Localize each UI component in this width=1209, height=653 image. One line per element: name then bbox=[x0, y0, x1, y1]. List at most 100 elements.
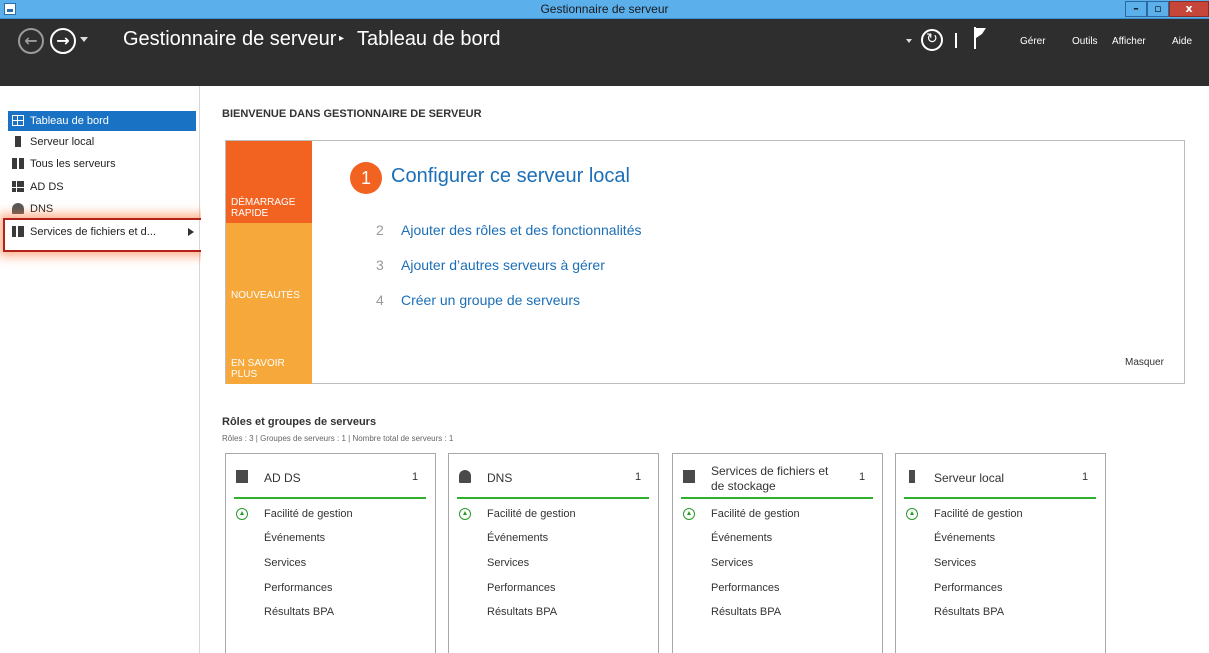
up-arrow-ok-icon bbox=[459, 508, 471, 520]
manageability-link[interactable]: Facilité de gestion bbox=[711, 508, 800, 520]
events-link[interactable]: Événements bbox=[711, 532, 772, 544]
file-services-icon bbox=[683, 470, 695, 483]
sidebar-item-label: Serveur local bbox=[30, 136, 95, 148]
sidebar-item-label: AD DS bbox=[30, 181, 64, 193]
step-number: 4 bbox=[376, 292, 384, 308]
welcome-title: BIENVENUE DANS GESTIONNAIRE DE SERVEUR bbox=[222, 108, 482, 120]
manageability-link[interactable]: Facilité de gestion bbox=[934, 508, 1023, 520]
menu-help[interactable]: Aide bbox=[1172, 36, 1192, 47]
roles-section-title: Rôles et groupes de serveurs bbox=[222, 416, 377, 428]
history-dropdown-icon[interactable] bbox=[80, 37, 88, 42]
sidebar-item-dashboard[interactable]: Tableau de bord bbox=[8, 111, 196, 131]
tab-whats-new[interactable]: NOUVEAUTÉS bbox=[226, 223, 312, 305]
step-number: 2 bbox=[376, 222, 384, 238]
create-server-group-link[interactable]: Créer un groupe de serveurs bbox=[401, 292, 580, 308]
back-arrow-icon[interactable]: ← bbox=[18, 28, 44, 54]
performance-link[interactable]: Performances bbox=[487, 582, 555, 594]
up-arrow-ok-icon bbox=[236, 508, 248, 520]
performance-link[interactable]: Performances bbox=[711, 582, 779, 594]
step-number: 3 bbox=[376, 257, 384, 273]
step-1-number: 1 bbox=[350, 162, 382, 194]
ad-ds-icon bbox=[12, 181, 24, 192]
configure-local-server-link[interactable]: Configurer ce serveur local bbox=[391, 165, 630, 188]
all-servers-icon bbox=[12, 158, 24, 169]
menu-manage[interactable]: Gérer bbox=[1020, 36, 1046, 47]
performance-link[interactable]: Performances bbox=[934, 582, 1002, 594]
tab-label: NOUVEAUTÉS bbox=[231, 290, 300, 301]
minimize-button[interactable]: – bbox=[1125, 1, 1147, 17]
header-separator bbox=[955, 33, 957, 48]
bpa-results-link[interactable]: Résultats BPA bbox=[711, 606, 781, 618]
close-button[interactable]: x bbox=[1169, 1, 1209, 17]
tab-label: EN SAVOIR PLUS bbox=[231, 358, 285, 380]
up-arrow-ok-icon bbox=[683, 508, 695, 520]
role-card-count: 1 bbox=[859, 471, 866, 483]
services-link[interactable]: Services bbox=[711, 557, 753, 569]
dns-icon bbox=[12, 203, 24, 214]
refresh-icon[interactable]: ↻ bbox=[921, 29, 943, 51]
role-card-count: 1 bbox=[412, 471, 419, 483]
role-card-ad-ds[interactable]: AD DS 1 Facilité de gestion Événements S… bbox=[225, 453, 436, 653]
header-bar: ← → Gestionnaire de serveur ▸ Tableau de… bbox=[0, 19, 1209, 86]
window-title: Gestionnaire de serveur bbox=[540, 2, 669, 16]
performance-link[interactable]: Performances bbox=[264, 582, 332, 594]
ad-ds-icon bbox=[236, 470, 248, 483]
sidebar-item-local-server[interactable]: Serveur local bbox=[8, 132, 196, 152]
sidebar-item-all-servers[interactable]: Tous les serveurs bbox=[8, 154, 196, 174]
server-manager-window: Gestionnaire de serveur – ▫ x ← → Gestio… bbox=[0, 0, 1209, 653]
manageability-link[interactable]: Facilité de gestion bbox=[264, 508, 353, 520]
dashboard-icon bbox=[12, 115, 24, 126]
role-card-dns[interactable]: DNS 1 Facilité de gestion Événements Ser… bbox=[448, 453, 659, 653]
quick-start-panel: DÉMARRAGE RAPIDE NOUVEAUTÉS EN SAVOIR PL… bbox=[225, 140, 1185, 384]
bpa-results-link[interactable]: Résultats BPA bbox=[934, 606, 1004, 618]
role-card-local-server[interactable]: Serveur local 1 Facilité de gestion Évén… bbox=[895, 453, 1106, 653]
dns-icon bbox=[459, 470, 471, 483]
breadcrumb-page: Tableau de bord bbox=[357, 28, 501, 50]
role-card-count: 1 bbox=[635, 471, 642, 483]
manageability-link[interactable]: Facilité de gestion bbox=[487, 508, 576, 520]
bpa-results-link[interactable]: Résultats BPA bbox=[264, 606, 334, 618]
services-link[interactable]: Services bbox=[264, 557, 306, 569]
sidebar-item-label: DNS bbox=[30, 203, 54, 215]
forward-arrow-icon[interactable]: → bbox=[50, 28, 76, 54]
status-bar bbox=[234, 497, 426, 499]
role-card-file-services[interactable]: Services de fichiers et de stockage 1 Fa… bbox=[672, 453, 883, 653]
breadcrumb-root[interactable]: Gestionnaire de serveur bbox=[123, 28, 336, 51]
menu-view[interactable]: Afficher bbox=[1112, 36, 1146, 47]
events-link[interactable]: Événements bbox=[264, 532, 325, 544]
roles-summary: Rôles : 3 | Groupes de serveurs : 1 | No… bbox=[222, 434, 454, 443]
hide-link[interactable]: Masquer bbox=[1125, 357, 1164, 368]
tab-quick-start[interactable]: DÉMARRAGE RAPIDE bbox=[226, 141, 312, 223]
role-card-title[interactable]: Services de fichiers et de stockage bbox=[711, 464, 841, 494]
status-bar bbox=[457, 497, 649, 499]
tab-label: DÉMARRAGE RAPIDE bbox=[231, 197, 296, 219]
refresh-dropdown-icon[interactable] bbox=[906, 39, 912, 43]
services-link[interactable]: Services bbox=[487, 557, 529, 569]
status-bar bbox=[681, 497, 873, 499]
dashboard-main: BIENVENUE DANS GESTIONNAIRE DE SERVEUR D… bbox=[201, 86, 1209, 653]
maximize-button[interactable]: ▫ bbox=[1147, 1, 1169, 17]
add-servers-link[interactable]: Ajouter d’autres serveurs à gérer bbox=[401, 257, 605, 273]
status-bar bbox=[904, 497, 1096, 499]
breadcrumb-separator-icon: ▸ bbox=[339, 33, 345, 44]
server-icon bbox=[909, 470, 915, 483]
sidebar-item-label: Tableau de bord bbox=[30, 115, 109, 127]
role-card-title[interactable]: DNS bbox=[487, 471, 617, 486]
notifications-flag-icon[interactable] bbox=[973, 27, 987, 49]
add-roles-link[interactable]: Ajouter des rôles et des fonctionnalités bbox=[401, 222, 641, 238]
role-card-count: 1 bbox=[1082, 471, 1089, 483]
tab-learn-more[interactable]: EN SAVOIR PLUS bbox=[226, 305, 312, 384]
role-card-title[interactable]: AD DS bbox=[264, 471, 394, 486]
events-link[interactable]: Événements bbox=[487, 532, 548, 544]
sidebar-item-label: Tous les serveurs bbox=[30, 158, 116, 170]
bpa-results-link[interactable]: Résultats BPA bbox=[487, 606, 557, 618]
title-bar: Gestionnaire de serveur – ▫ x bbox=[0, 0, 1209, 19]
events-link[interactable]: Événements bbox=[934, 532, 995, 544]
up-arrow-ok-icon bbox=[906, 508, 918, 520]
sidebar-item-dns[interactable]: DNS bbox=[8, 199, 196, 219]
sidebar-item-ad-ds[interactable]: AD DS bbox=[8, 177, 196, 197]
menu-tools[interactable]: Outils bbox=[1072, 36, 1098, 47]
highlight-annotation bbox=[3, 218, 209, 252]
role-card-title[interactable]: Serveur local bbox=[934, 471, 1064, 486]
services-link[interactable]: Services bbox=[934, 557, 976, 569]
